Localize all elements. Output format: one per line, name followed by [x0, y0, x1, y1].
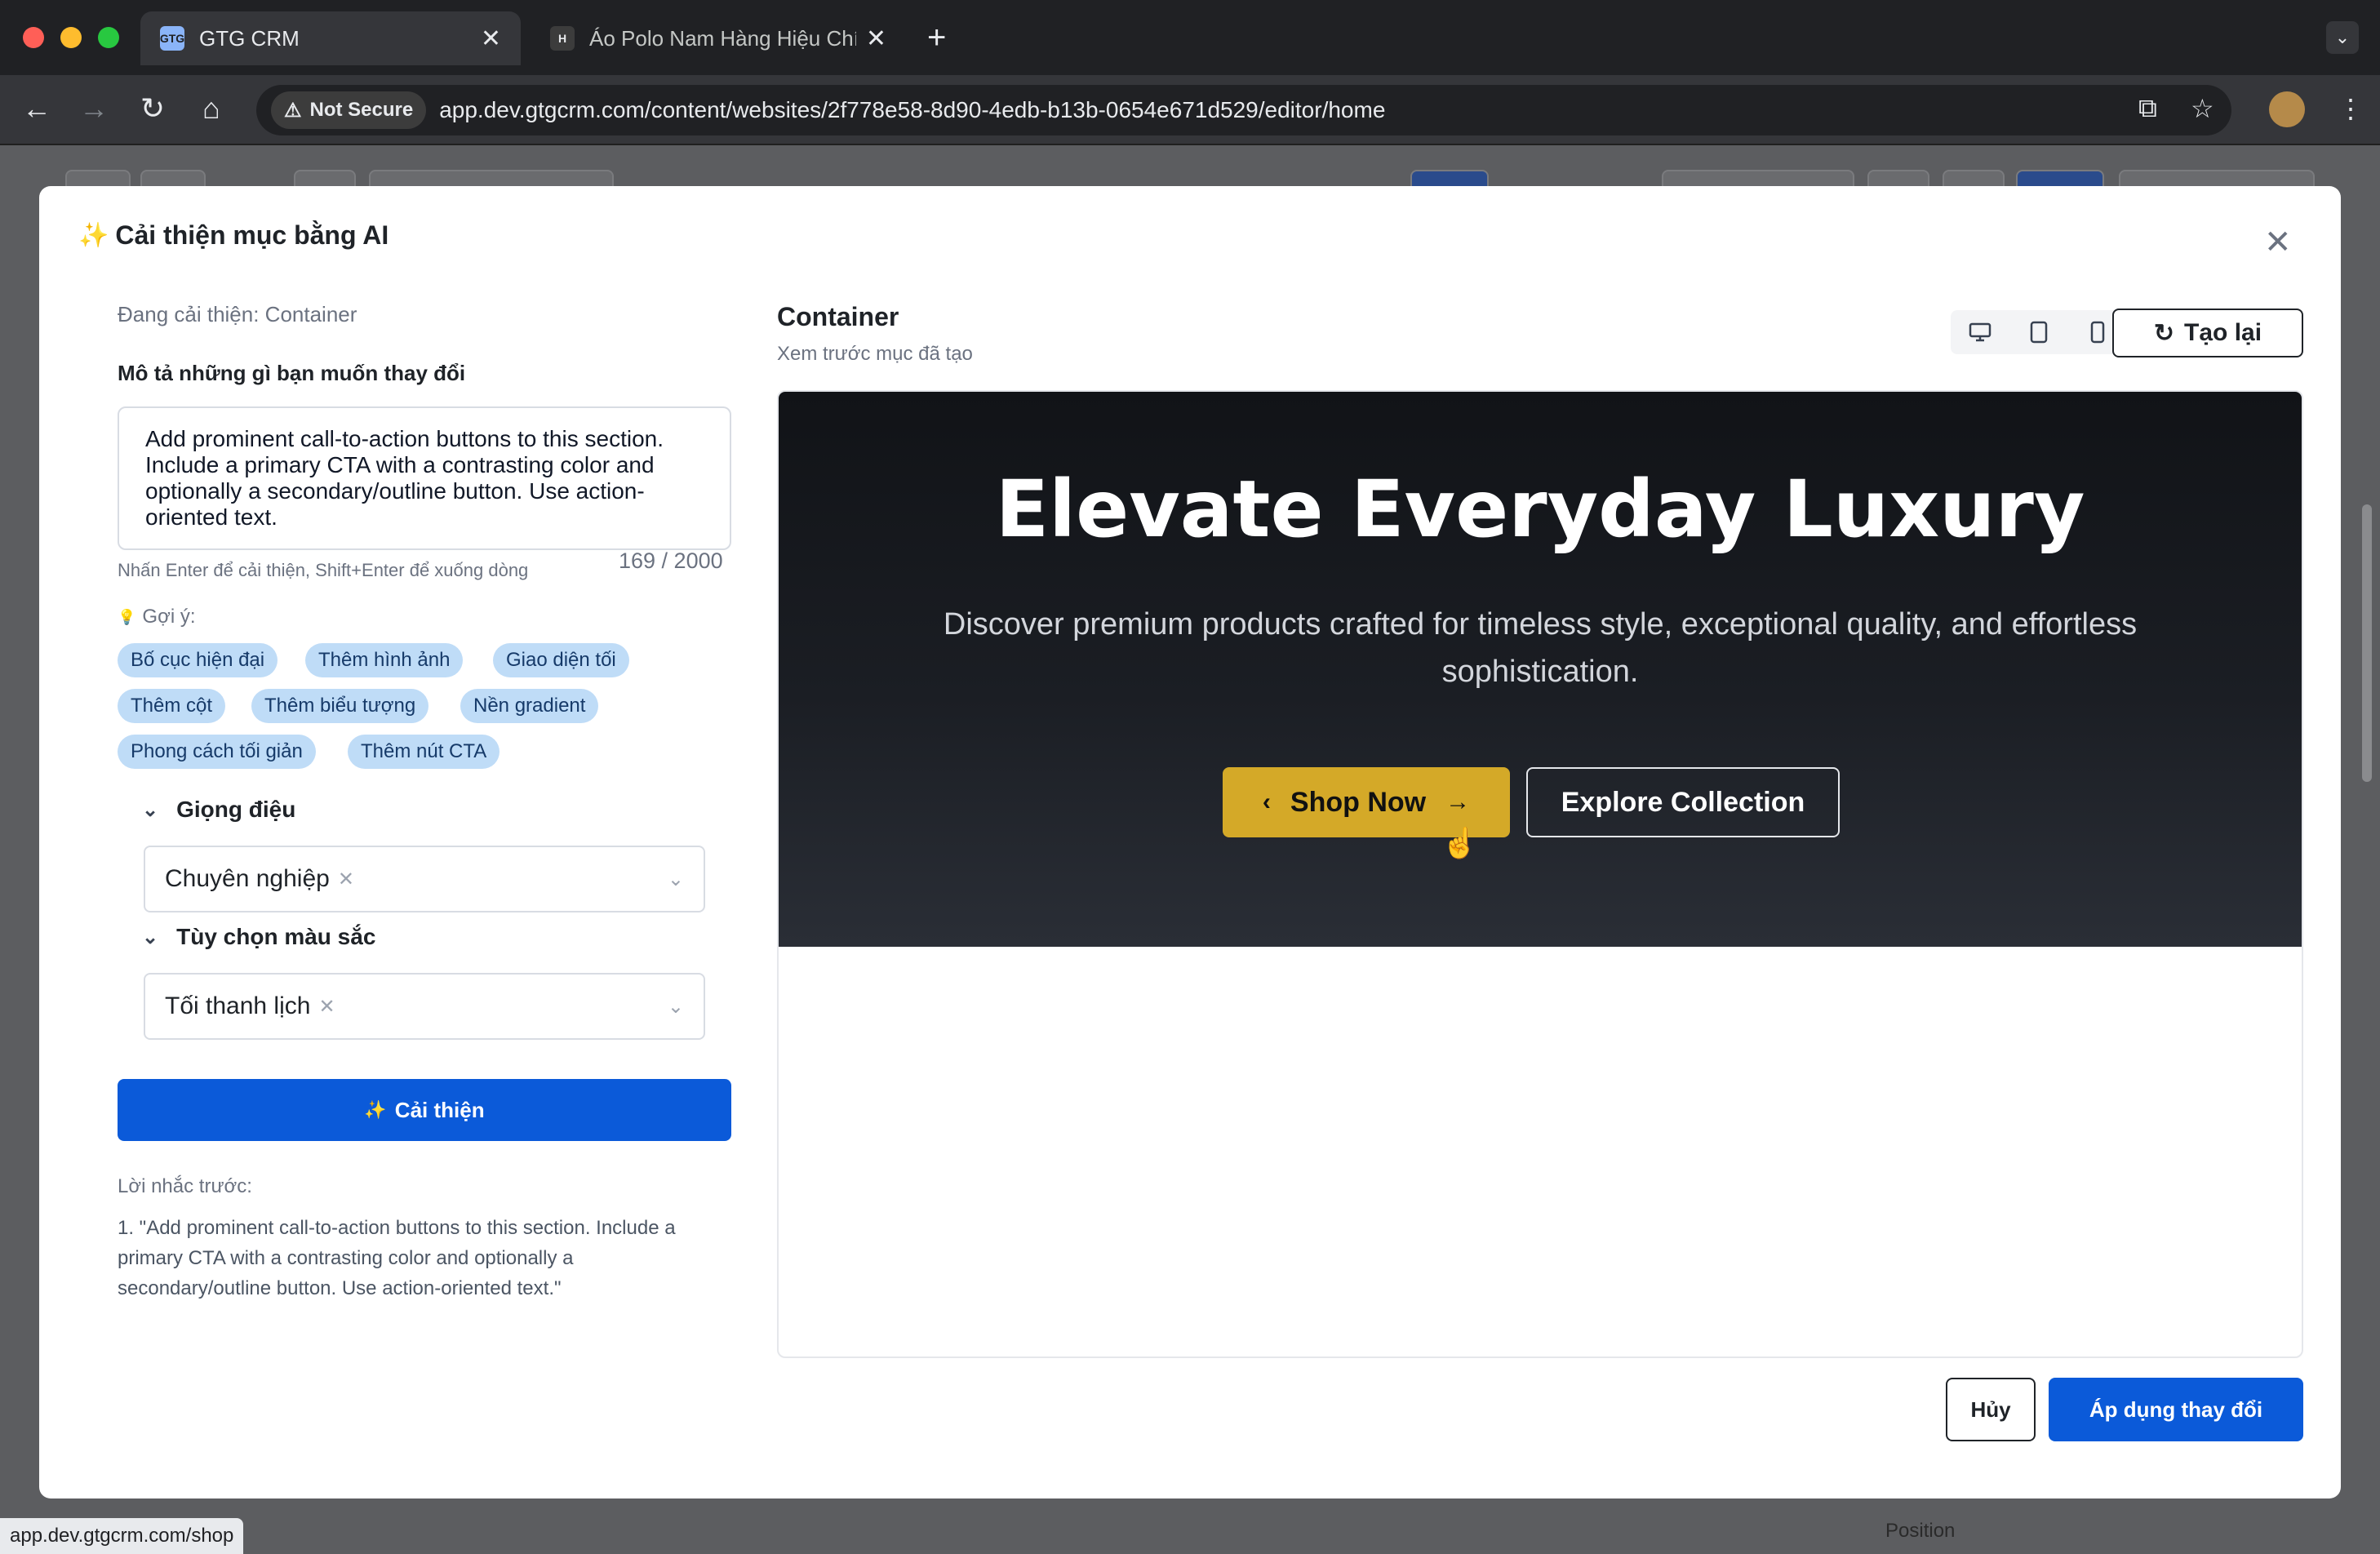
url-text[interactable]: app.dev.gtgcrm.com/content/websites/2f77… — [439, 97, 1385, 123]
remove-tag-icon[interactable]: ✕ — [318, 995, 335, 1019]
shop-favicon-icon: H — [550, 26, 575, 51]
close-icon[interactable]: ✕ — [2264, 224, 2292, 261]
address-bar[interactable]: ⚠ Not Secure app.dev.gtgcrm.com/content/… — [256, 85, 2231, 135]
browser-tab-polo[interactable]: H Áo Polo Nam Hàng Hiệu Chín ✕ — [531, 11, 906, 65]
prompt-textarea[interactable]: Add prominent call-to-action buttons to … — [118, 406, 731, 550]
previous-prompt-item[interactable]: 1. "Add prominent call-to-action buttons… — [118, 1213, 731, 1303]
security-chip[interactable]: ⚠ Not Secure — [271, 91, 427, 129]
prompt-label: Mô tả những gì bạn muốn thay đổi — [118, 361, 466, 385]
desktop-icon[interactable] — [1960, 314, 2000, 350]
security-label: Not Secure — [309, 99, 414, 121]
dialog-title-text: Cải thiện mục bằng AI — [115, 220, 389, 250]
browser-tab-gtg-crm[interactable]: GTG GTG CRM ✕ — [140, 11, 521, 65]
sparkle-icon: ✨ — [78, 222, 109, 249]
remove-tag-icon[interactable]: ✕ — [338, 868, 354, 891]
home-icon[interactable]: ⌂ — [193, 91, 230, 126]
chevron-down-icon: ⌄ — [142, 798, 159, 821]
chevron-down-icon[interactable]: ⌄ — [668, 868, 684, 891]
tab-title: Áo Polo Nam Hàng Hiệu Chín — [589, 25, 856, 51]
explore-collection-button[interactable]: Explore Collection — [1526, 767, 1840, 837]
hero-title: Elevate Everyday Luxury — [995, 464, 2085, 555]
preview-canvas: Elevate Everyday Luxury Discover premium… — [777, 390, 2303, 1358]
tab-search-chevron-icon[interactable]: ⌄ — [2326, 21, 2359, 54]
hero-section: Elevate Everyday Luxury Discover premium… — [779, 392, 2302, 947]
apply-changes-button[interactable]: Áp dụng thay đổi — [2049, 1378, 2303, 1441]
tab-close-icon[interactable]: ✕ — [481, 24, 501, 53]
tablet-icon[interactable] — [2018, 314, 2059, 350]
link-status-bar: app.dev.gtgcrm.com/shop — [0, 1518, 244, 1554]
suggestion-chip[interactable]: Bố cục hiện đại — [118, 643, 278, 677]
suggestion-chip[interactable]: Thêm nút CTA — [348, 735, 500, 769]
improve-button[interactable]: ✨ Cải thiện — [118, 1079, 731, 1141]
color-select[interactable]: Tối thanh lịch ✕ ⌄ — [144, 973, 705, 1040]
regenerate-button[interactable]: ↻ Tạo lại — [2112, 309, 2303, 357]
chevron-left-icon: ‹ — [1262, 788, 1271, 815]
browser-toolbar: ← → ↻ ⌂ ⚠ Not Secure app.dev.gtgcrm.com/… — [0, 75, 2380, 145]
dialog-title: ✨ Cải thiện mục bằng AI — [78, 220, 389, 251]
page-scrollbar[interactable] — [2362, 504, 2372, 782]
tab-close-icon[interactable]: ✕ — [866, 24, 886, 53]
editing-target-label: Đang cải thiện: Container — [118, 302, 357, 326]
refresh-icon: ↻ — [2153, 319, 2175, 347]
window-minimize-button[interactable] — [60, 27, 82, 48]
color-section-toggle[interactable]: ⌄ Tùy chọn màu sắc — [142, 924, 375, 950]
reload-icon[interactable]: ↻ — [134, 91, 171, 126]
suggestion-chip[interactable]: Phong cách tối giản — [118, 735, 316, 769]
suggestion-chip[interactable]: Thêm biểu tượng — [251, 689, 429, 723]
window-maximize-button[interactable] — [98, 27, 119, 48]
tone-section-toggle[interactable]: ⌄ Giọng điệu — [142, 797, 295, 823]
hand-cursor-icon: ☝ — [1441, 826, 1478, 859]
device-switcher — [1951, 310, 2127, 354]
translate-icon[interactable]: ⧉ — [2138, 93, 2157, 124]
chevron-down-icon[interactable]: ⌄ — [668, 995, 684, 1019]
suggestion-chip[interactable]: Nền gradient — [460, 689, 599, 723]
new-tab-icon[interactable]: + — [927, 20, 946, 56]
browser-menu-icon[interactable]: ⋮ — [2338, 93, 2364, 124]
forward-arrow-icon[interactable]: → — [75, 91, 113, 126]
suggestion-chip[interactable]: Giao diện tối — [493, 643, 629, 677]
tab-title: GTG CRM — [199, 25, 300, 51]
back-arrow-icon[interactable]: ← — [18, 91, 56, 126]
ai-improve-dialog: ✨ Cải thiện mục bằng AI ✕ Đang cải thiện… — [39, 186, 2341, 1498]
tone-label: Giọng điệu — [176, 797, 296, 822]
tone-selected-tag: Chuyên nghiệp — [165, 865, 330, 892]
character-count: 169 / 2000 — [619, 548, 723, 573]
suggestions-label: 💡 Gợi ý: — [118, 606, 196, 628]
hero-subtitle: Discover premium products crafted for ti… — [943, 607, 2138, 689]
window-close-button[interactable] — [23, 27, 44, 48]
color-selected-tag: Tối thanh lịch — [165, 992, 311, 1019]
color-label: Tùy chọn màu sắc — [176, 924, 376, 949]
sparkle-icon: ✨ — [364, 1099, 387, 1120]
cancel-button[interactable]: Hủy — [1946, 1378, 2036, 1441]
previous-prompts-label: Lời nhắc trước: — [118, 1175, 252, 1197]
arrow-right-icon: → — [1445, 788, 1471, 815]
suggestion-chip[interactable]: Thêm cột — [118, 689, 226, 723]
gtg-favicon-icon: GTG — [160, 26, 184, 51]
lightbulb-icon: 💡 — [118, 608, 136, 625]
chevron-down-icon: ⌄ — [142, 926, 159, 948]
bookmark-star-icon[interactable]: ☆ — [2191, 93, 2214, 124]
preview-subtitle: Xem trước mục đã tạo — [777, 343, 973, 365]
tone-select[interactable]: Chuyên nghiệp ✕ ⌄ — [144, 846, 705, 912]
warning-triangle-icon: ⚠ — [284, 99, 302, 122]
suggestion-chip[interactable]: Thêm hình ảnh — [305, 643, 464, 677]
profile-avatar[interactable] — [2269, 91, 2305, 127]
preview-title: Container — [777, 302, 899, 331]
bg-position-label: Position — [1885, 1520, 1956, 1542]
browser-tab-bar: GTG GTG CRM ✕ H Áo Polo Nam Hàng Hiệu Ch… — [0, 0, 2380, 75]
prompt-hint: Nhấn Enter để cải thiện, Shift+Enter để … — [118, 560, 529, 580]
